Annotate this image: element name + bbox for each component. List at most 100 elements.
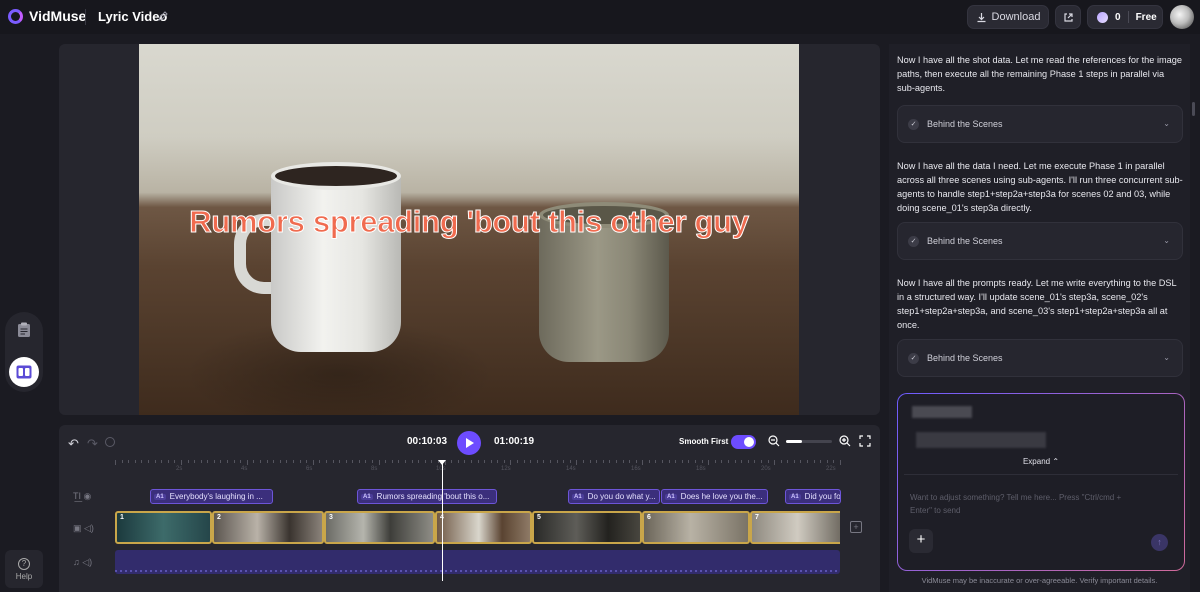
fullscreen-icon[interactable] [859,435,871,447]
snap-icon[interactable] [105,437,115,447]
behind-scenes-toggle[interactable]: ✓ Behind the Scenes ⌄ [897,339,1183,377]
lyric-track-icons: T͟I ◉ [73,491,92,501]
check-icon: ✓ [908,236,919,247]
timeline-panel: ↶ ↷ 00:10:03 01:00:19 Smooth First 2s 4s 6… [59,425,880,592]
assistant-message: Now I have all the shot data. Let me rea… [897,55,1182,93]
ruler-label: 14s [566,466,576,472]
white-mug-rim [271,162,401,190]
ruler-tick [319,460,321,463]
chat-input[interactable]: Want to adjust something? Tell me here..… [910,491,1140,517]
video-clip[interactable]: 2 [212,511,324,544]
ruler-tick [569,460,571,463]
behind-scenes-toggle[interactable]: ✓ Behind the Scenes ⌄ [897,105,1183,143]
ruler-tick [688,460,690,463]
lyric-chip[interactable]: A1 Do you do what y... [568,489,660,504]
ruler-tick [635,460,637,463]
ruler-tick [470,460,472,463]
clip-number: 5 [537,514,541,521]
add-clip-button[interactable]: + [850,521,862,533]
ruler-tick [411,460,413,463]
ruler-tick [134,460,136,463]
video-clip[interactable]: 3 [324,511,435,544]
undo-icon[interactable]: ↶ [68,436,79,452]
ruler-tick [727,460,729,463]
ruler-tick [398,460,400,463]
ruler-tick [220,460,222,463]
lyric-chip-text: Everybody's laughing in ... [169,492,263,501]
play-button[interactable] [457,431,481,455]
divider [85,9,86,25]
behind-scenes-toggle[interactable]: ✓ Behind the Scenes ⌄ [897,222,1183,260]
ruler-tick [121,460,123,463]
ruler-tick [279,460,281,463]
video-clip[interactable]: 7 [750,511,840,544]
ruler-label: 12s [501,466,511,472]
timeline-ruler[interactable]: 2s 4s 6s 8s 10s 12s 14s 16s 18s 20s 22s [115,460,841,474]
ruler-tick [161,460,163,463]
ruler-tick [240,460,242,463]
smooth-first-toggle[interactable] [731,435,756,449]
script-tool-button[interactable] [14,320,34,340]
lyric-chip[interactable]: A1 Rumors spreading 'bout this o... [357,489,497,504]
ruler-tick [286,460,288,463]
video-track: 1 2 3 4 5 6 7 [115,511,840,544]
ruler-tick [695,460,696,463]
ruler-tick [741,460,743,463]
smooth-first-label: Smooth First [679,437,729,446]
chat-panel: Now I have all the shot data. Let me rea… [889,44,1195,592]
audio-track-icons: ♫ ◁) [73,557,93,567]
share-button[interactable] [1055,5,1081,29]
video-clip[interactable]: 5 [532,511,642,544]
ruler-tick [668,460,670,463]
lyric-chip[interactable]: A1 Everybody's laughing in ... [150,489,273,504]
audio-track[interactable] [115,550,840,574]
lyric-chip[interactable]: A1 Does he love you the... [661,489,768,504]
expand-button[interactable]: Expand ⌃ [898,457,1184,466]
ruler-tick [701,460,703,463]
rename-icon[interactable] [158,11,168,21]
playhead[interactable] [442,461,443,581]
zoom-slider[interactable] [786,440,832,443]
ruler-tick [629,460,631,463]
ruler-tick [200,460,202,463]
ruler-label: 2s [176,466,183,472]
ruler-tick [464,460,466,463]
zoom-out-icon[interactable] [768,435,780,447]
video-clip[interactable]: 1 [115,511,212,544]
attach-button[interactable]: + [909,529,933,553]
ruler-label: 22s [826,466,836,472]
ruler-tick [675,460,677,463]
ruler-tick [405,460,406,463]
ruler-tick [339,460,341,463]
clip-number: 1 [120,514,124,521]
storyboard-tool-button[interactable] [9,357,39,387]
user-avatar[interactable] [1170,5,1194,29]
help-button[interactable]: ? Help [5,550,43,588]
video-clip[interactable]: 4 [435,511,532,544]
ruler-tick [530,460,532,463]
ruler-tick [596,460,598,463]
disclaimer: VidMuse may be inaccurate or over-agreea… [921,576,1158,585]
ruler-tick [154,460,156,463]
send-button[interactable]: ↑ [1151,534,1168,551]
credits-badge[interactable]: 0 Free [1087,5,1163,29]
video-frame[interactable]: Rumors spreading 'bout this other guy [139,44,799,415]
ruler-tick [714,460,716,463]
chat-scrollbar[interactable] [1192,102,1195,116]
toggle-knob [744,437,754,447]
download-button[interactable]: Download [967,5,1049,29]
video-clip[interactable]: 6 [642,511,750,544]
ruler-tick [503,460,505,463]
redo-icon[interactable]: ↷ [87,436,98,452]
lyric-chip[interactable]: A1 Did you for [785,489,841,504]
logo[interactable]: VidMuse [8,8,86,24]
ruler-tick [253,460,255,463]
ruler-tick [734,460,736,463]
ruler-tick [708,460,710,465]
ruler-tick [662,460,664,463]
project-title: Lyric Video [98,9,168,24]
zoom-in-icon[interactable] [839,435,851,447]
ruler-tick [115,460,116,465]
ruler-tick [576,460,578,465]
ruler-tick [840,460,841,465]
